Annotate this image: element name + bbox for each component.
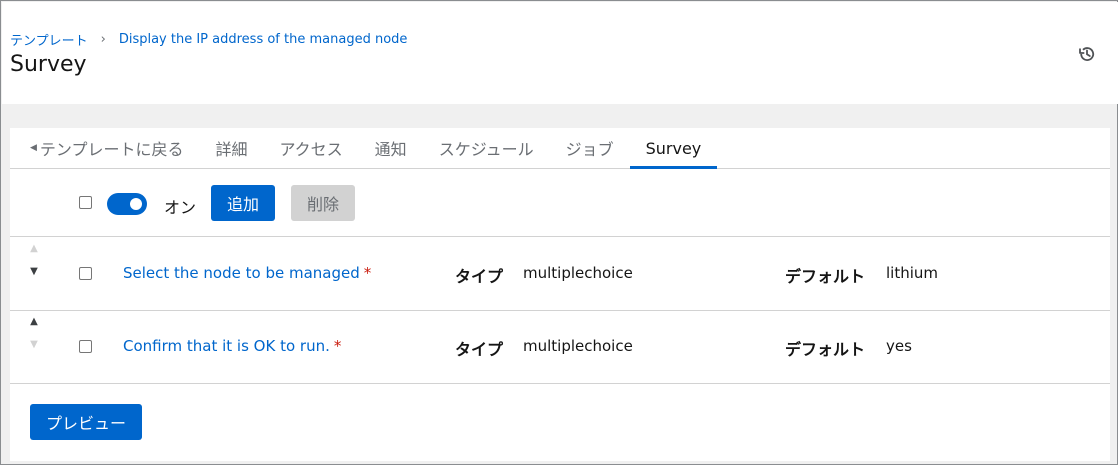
tab-label: アクセス [279,140,343,159]
move-up-icon[interactable]: ▲ [28,317,40,327]
type-label: タイプ [455,340,504,359]
preview-button[interactable]: プレビュー [30,404,142,440]
toggle-label: オン [164,198,197,217]
tab-label: テンプレートに戻る [39,140,184,159]
tab-details[interactable]: 詳細 [199,128,263,168]
question-name-link[interactable]: Select the node to be managed * [123,264,371,282]
move-up-icon[interactable]: ▲ [28,244,40,254]
question-checkbox[interactable] [79,267,92,280]
tab-label: ジョブ [565,140,614,159]
window-frame: テンプレート › Display the IP address of the m… [0,0,1118,465]
default-label: デフォルト [785,267,866,286]
tab-notifications[interactable]: 通知 [359,128,423,168]
history-icon[interactable] [1077,44,1097,64]
tab-label: 詳細 [215,140,248,159]
tab-label: 通知 [374,140,407,159]
tab-access[interactable]: アクセス [263,128,358,168]
page-title: Survey [10,52,87,77]
survey-card: ◀ テンプレートに戻る 詳細 アクセス 通知 スケジュール ジョブ Survey [10,128,1110,461]
tab-schedules[interactable]: スケジュール [423,128,550,168]
default-value: lithium [886,264,939,282]
survey-enabled-toggle[interactable] [107,193,147,215]
default-value: yes [886,337,912,355]
type-value: multiplechoice [523,264,633,282]
tab-jobs[interactable]: ジョブ [550,128,630,168]
tab-label: スケジュール [438,140,534,159]
tab-bar: ◀ テンプレートに戻る 詳細 アクセス 通知 スケジュール ジョブ Survey [10,128,1110,169]
required-mark: * [333,337,342,355]
toggle-knob [130,198,142,210]
breadcrumb-template-link[interactable]: Display the IP address of the managed no… [119,32,408,47]
tab-label: Survey [645,138,702,158]
question-checkbox[interactable] [79,340,92,353]
tab-survey[interactable]: Survey [629,128,718,169]
question-name: Confirm that it is OK to run. [123,337,330,355]
delete-button[interactable]: 削除 [291,185,355,221]
type-value: multiplechoice [523,337,633,355]
survey-question-row: ▲ ▼ Confirm that it is OK to run. * タイプ m… [10,311,1110,384]
question-name: Select the node to be managed [123,264,360,282]
caret-left-icon: ◀ [30,143,37,153]
page-header: テンプレート › Display the IP address of the m… [2,2,1118,104]
breadcrumb-templates-link[interactable]: テンプレート [10,30,88,49]
survey-toolbar: オン 追加 削除 [10,169,1110,237]
add-button[interactable]: 追加 [211,185,275,221]
move-down-icon[interactable]: ▼ [28,267,40,277]
tab-back-to-templates[interactable]: ◀ テンプレートに戻る [10,128,199,168]
breadcrumb: テンプレート › Display the IP address of the m… [10,29,407,49]
select-all-checkbox[interactable] [79,196,92,209]
breadcrumb-separator: › [100,31,106,47]
default-label: デフォルト [785,340,866,359]
survey-question-row: ▲ ▼ Select the node to be managed * タイプ m… [10,238,1110,311]
move-down-icon[interactable]: ▼ [28,340,40,350]
required-mark: * [363,264,372,282]
type-label: タイプ [455,267,504,286]
question-name-link[interactable]: Confirm that it is OK to run. * [123,337,341,355]
